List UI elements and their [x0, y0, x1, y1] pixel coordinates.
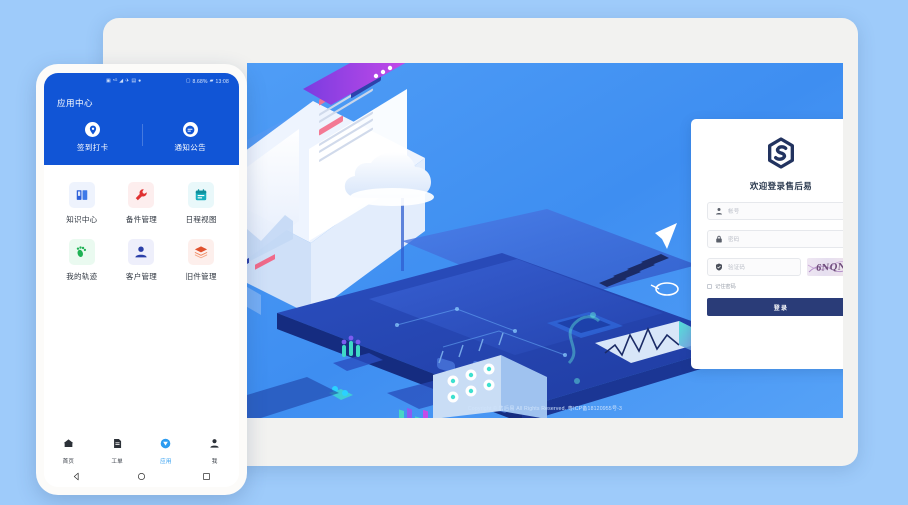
tab-home[interactable]: 首页: [44, 436, 93, 465]
captcha-placeholder: 验证码: [728, 265, 746, 271]
bottom-tabbar: 首页 工单 应用 我: [44, 433, 239, 465]
tab-apps[interactable]: 应用: [142, 436, 191, 465]
app-label: 日程视图: [185, 215, 217, 224]
login-card: 欢迎登录售后易 帐号 密码 验证码 6NQN 记住密码 登录: [691, 119, 843, 369]
app-item-spare-parts[interactable]: 备件管理: [112, 182, 172, 225]
app-center-header: 应用中心 签到打卡 通知公告: [44, 90, 239, 165]
quick-action-checkin-label: 签到打卡: [76, 143, 109, 152]
remember-password-checkbox[interactable]: 记住密码: [707, 283, 843, 290]
login-button[interactable]: 登录: [707, 298, 843, 316]
app-item-customer-management[interactable]: 客户管理: [112, 239, 172, 282]
status-bar-right-icons: ▢ 8.68% ▰ 13:08: [186, 79, 229, 85]
status-bar-left-icons: ▣ ⁵ᴳ ◢ ✈ ▤ ●: [106, 79, 141, 84]
captcha-row: 验证码 6NQN: [707, 258, 843, 276]
user-icon: [714, 207, 723, 216]
password-field[interactable]: 密码: [707, 230, 843, 248]
login-title: 欢迎登录售后易: [749, 181, 813, 191]
tab-label: 工单: [111, 459, 123, 465]
phone-status-bar: ▣ ⁵ᴳ ◢ ✈ ▤ ● ▢ 8.68% ▰ 13:08: [44, 73, 239, 90]
captcha-field[interactable]: 验证码: [707, 258, 801, 276]
tab-me[interactable]: 我: [190, 436, 239, 465]
tab-label: 我: [211, 459, 218, 465]
tab-label: 首页: [62, 459, 75, 465]
wrench-icon: [128, 182, 155, 208]
lock-icon: [714, 235, 723, 244]
app-label: 知识中心: [66, 215, 98, 224]
app-label: 客户管理: [125, 272, 158, 281]
quick-action-notice[interactable]: 通知公告: [142, 122, 240, 153]
remember-password-label: 记住密码: [715, 284, 736, 290]
tab-label: 应用: [160, 459, 172, 465]
hexagon-s-logo: [707, 137, 843, 169]
page-title: 应用中心: [57, 98, 94, 108]
back-triangle-icon[interactable]: [72, 468, 81, 486]
app-item-schedule-view[interactable]: 日程视图: [171, 182, 231, 225]
copyright-text: Copyright © 售后易 All Rights Reserved. 粤IC…: [467, 406, 623, 412]
book-icon: [68, 182, 95, 208]
app-item-knowledge-center[interactable]: 知识中心: [52, 182, 112, 225]
dot-icon: ●: [138, 78, 142, 84]
document-icon: [112, 436, 123, 454]
home-circle-icon[interactable]: [137, 468, 146, 486]
app-label: 备件管理: [125, 215, 158, 224]
calendar-icon: [188, 182, 215, 208]
sd-card-icon: ▤: [131, 78, 137, 84]
tablet-screen: Copyright © 售后易 All Rights Reserved. 粤IC…: [247, 63, 843, 418]
captcha-image[interactable]: 6NQN: [807, 258, 843, 276]
password-placeholder: 密码: [728, 237, 740, 243]
recents-square-icon[interactable]: [202, 468, 211, 486]
clock-text: 13:08: [215, 78, 229, 85]
battery-icon: ▰: [209, 78, 214, 84]
phone-screen: ▣ ⁵ᴳ ◢ ✈ ▤ ● ▢ 8.68% ▰ 13:08 应用中心 签到打卡 通…: [44, 73, 239, 487]
app-item-old-parts-management[interactable]: 旧件管理: [171, 239, 231, 282]
airplane-icon: ✈: [125, 78, 130, 84]
quick-actions-divider: [141, 124, 143, 146]
tab-work-orders[interactable]: 工单: [93, 436, 142, 465]
apps-badge-icon: [160, 436, 171, 454]
network-5g-icon: ⁵ᴳ: [112, 78, 118, 84]
app-label: 我的轨迹: [66, 272, 98, 281]
app-item-my-track[interactable]: 我的轨迹: [52, 239, 112, 282]
home-icon: [63, 436, 74, 454]
android-navigation-bar: [44, 467, 239, 487]
quick-actions-row: 签到打卡 通知公告: [44, 122, 239, 153]
quick-action-notice-label: 通知公告: [174, 143, 207, 152]
layers-icon: [188, 239, 215, 265]
quick-action-checkin[interactable]: 签到打卡: [44, 122, 142, 153]
alarm-icon: ▢: [185, 78, 191, 84]
account-field[interactable]: 帐号: [707, 202, 843, 220]
megaphone-icon: [182, 122, 198, 137]
location-pin-icon: [85, 122, 101, 137]
app-grid: 知识中心 备件管理 日程视图 我的轨迹 客户管理 旧件管理: [44, 165, 239, 282]
checkbox-box: [707, 284, 712, 289]
battery-percent-text: 8.68%: [192, 78, 208, 85]
footprints-icon: [68, 239, 95, 265]
user-icon: [209, 436, 220, 454]
phone-device-frame: ▣ ⁵ᴳ ◢ ✈ ▤ ● ▢ 8.68% ▰ 13:08 应用中心 签到打卡 通…: [36, 64, 247, 495]
app-label: 旧件管理: [185, 272, 217, 281]
sim-icon: ▣: [106, 78, 111, 84]
shield-icon: [714, 263, 723, 272]
person-icon: [128, 239, 155, 265]
captcha-text: 6NQN: [815, 260, 843, 274]
signal-icon: ◢: [119, 78, 124, 84]
account-placeholder: 帐号: [728, 209, 740, 215]
